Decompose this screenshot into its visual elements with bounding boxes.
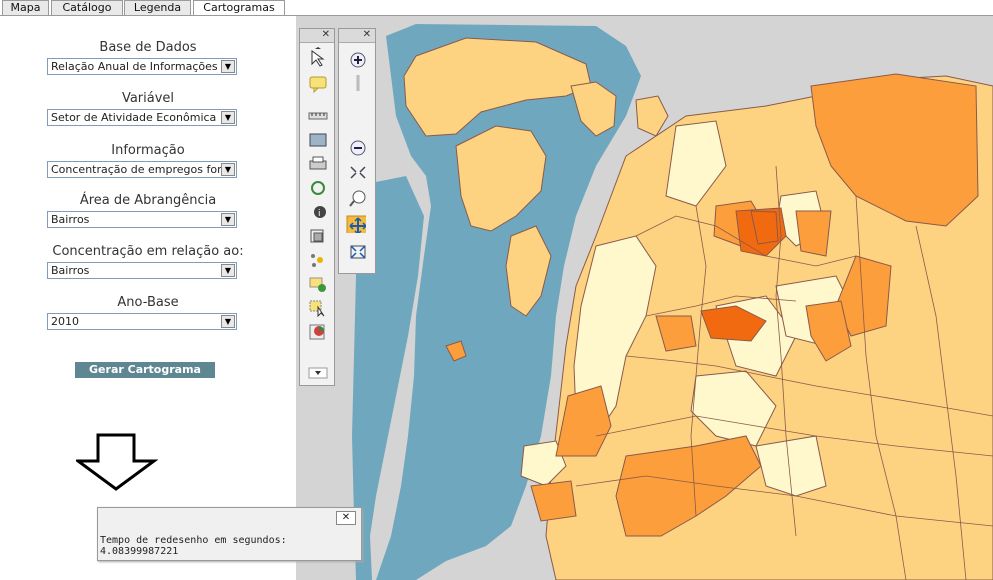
variavel-value: Setor de Atividade Econômica	[51, 111, 217, 124]
dropdown-arrow-icon[interactable]: ▼	[221, 315, 235, 328]
concentracao-label: Concentração em relação ao:	[52, 244, 244, 259]
map-canvas[interactable]: ✕ i ✕	[296, 16, 993, 580]
ano-base-select[interactable]: 2010 ▼	[47, 313, 237, 330]
ruler-icon[interactable]	[308, 107, 328, 125]
redraw-time-label: Tempo de redesenho em segundos:	[100, 535, 287, 546]
choropleth-map[interactable]	[296, 16, 993, 580]
tab-legenda[interactable]: Legenda	[124, 0, 191, 16]
svg-text:i: i	[318, 209, 321, 219]
variavel-select[interactable]: Setor de Atividade Econômica ▼	[47, 109, 237, 126]
ano-base-label: Ano-Base	[117, 295, 179, 310]
variavel-label: Variável	[121, 91, 175, 106]
area-abrangencia-select[interactable]: Bairros ▼	[47, 211, 237, 228]
scroll-up-icon[interactable]	[308, 47, 328, 65]
close-icon[interactable]: ✕	[336, 511, 356, 525]
dropdown-arrow-icon[interactable]: ▼	[221, 163, 235, 176]
base-de-dados-label: Base de Dados	[99, 40, 197, 55]
info-icon[interactable]: i	[308, 203, 328, 221]
area-abrangencia-label: Área de Abrangência	[79, 193, 217, 208]
redraw-time-value: 4.08399987221	[100, 546, 179, 557]
informacao-value: Concentração de empregos formais	[51, 163, 221, 176]
down-arrow-icon	[76, 433, 158, 491]
redraw-time-dialog: ✕ Tempo de redesenho em segundos: 4.0839…	[97, 507, 362, 561]
area-measure-icon[interactable]	[308, 131, 328, 149]
scroll-down-icon[interactable]	[308, 367, 328, 385]
zoom-slider[interactable]	[348, 73, 368, 91]
select-pointer-icon[interactable]	[308, 299, 328, 317]
redraw-time-message: Tempo de redesenho em segundos: 4.083999…	[100, 535, 287, 557]
zoom-toolbar: ✕	[338, 28, 376, 274]
refresh-icon[interactable]	[308, 179, 328, 197]
zoom-extent-icon[interactable]	[348, 163, 368, 181]
close-icon[interactable]: ✕	[300, 29, 334, 43]
dropdown-arrow-icon[interactable]: ▼	[221, 264, 235, 277]
pie-chart-icon[interactable]	[308, 323, 328, 341]
area-abrangencia-value: Bairros	[51, 213, 90, 226]
concentracao-select[interactable]: Bairros ▼	[47, 262, 237, 279]
magnifier-icon[interactable]	[348, 189, 368, 207]
points-icon[interactable]	[308, 251, 328, 269]
pan-icon[interactable]	[346, 215, 366, 233]
full-extent-icon[interactable]	[348, 243, 368, 261]
informacao-label: Informação	[111, 143, 185, 158]
dropdown-arrow-icon[interactable]: ▼	[221, 111, 235, 124]
tab-bar: Mapa Catálogo Legenda Cartogramas	[0, 0, 993, 17]
concentracao-value: Bairros	[51, 264, 90, 277]
zoom-out-icon[interactable]	[348, 139, 368, 157]
map-tools-toolbar: ✕ i	[299, 28, 335, 386]
tab-mapa[interactable]: Mapa	[2, 0, 49, 16]
dropdown-arrow-icon[interactable]: ▼	[221, 60, 235, 73]
informacao-select[interactable]: Concentração de empregos formais ▼	[47, 161, 237, 178]
layers-icon[interactable]	[308, 227, 328, 245]
ano-base-value: 2010	[51, 315, 79, 328]
zoom-in-icon[interactable]	[348, 51, 368, 69]
tab-catalogo[interactable]: Catálogo	[51, 0, 123, 16]
base-de-dados-select[interactable]: Relação Anual de Informações Sociais ▼	[47, 58, 237, 75]
cartogram-form-panel: Base de Dados Relação Anual de Informaçõ…	[0, 16, 296, 580]
close-icon[interactable]: ✕	[339, 29, 375, 43]
add-layer-icon[interactable]	[308, 275, 328, 293]
gerar-cartograma-button[interactable]: Gerar Cartograma	[75, 362, 215, 378]
dropdown-arrow-icon[interactable]: ▼	[221, 213, 235, 226]
comment-icon[interactable]	[308, 75, 328, 93]
base-de-dados-value: Relação Anual de Informações Sociais	[51, 60, 221, 73]
print-icon[interactable]	[308, 155, 328, 173]
